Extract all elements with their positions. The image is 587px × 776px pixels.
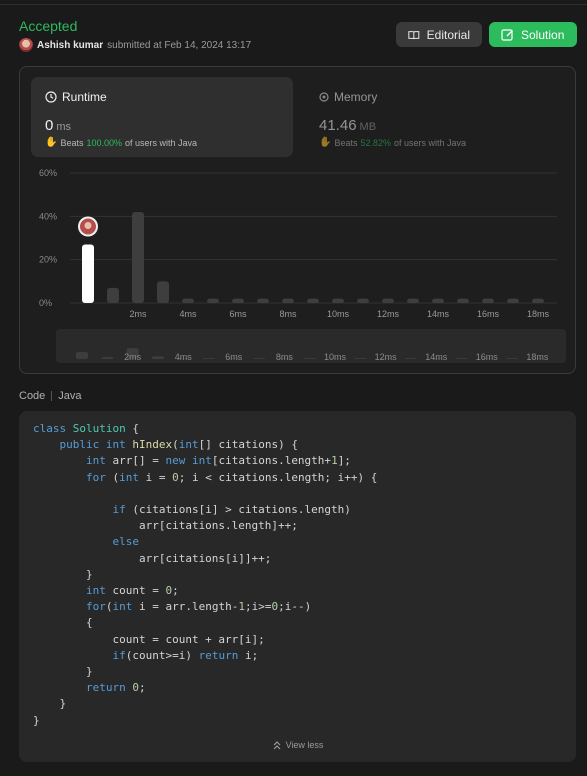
avatar-marker-face	[84, 222, 92, 229]
chart-bar	[307, 298, 319, 303]
overview-tick-label: 2ms	[124, 352, 142, 362]
memory-label: Memory	[334, 90, 378, 104]
chart-bar	[407, 298, 419, 303]
overview-bar	[354, 358, 367, 359]
overview-bar	[506, 358, 519, 359]
x-tick-label: 12ms	[377, 309, 400, 319]
memory-unit: MB	[359, 121, 377, 133]
x-tick-label: 14ms	[427, 309, 450, 319]
submission-meta: Ashish kumar submitted at Feb 14, 2024 1…	[19, 38, 251, 52]
y-tick-label: 60%	[39, 168, 57, 178]
submission-status: Accepted	[19, 18, 78, 34]
language-label: Java	[58, 390, 82, 402]
chart-bar	[157, 281, 169, 303]
chart-bar	[107, 287, 119, 303]
chart-bar	[332, 298, 344, 303]
clock-icon	[45, 91, 57, 103]
avatar[interactable]	[19, 38, 33, 52]
overview-bar	[455, 358, 468, 359]
overview-tick-label: 4ms	[175, 352, 193, 362]
source-code[interactable]: class Solution { public int hIndex(int[]…	[33, 421, 377, 729]
overview-bar	[253, 358, 266, 359]
book-icon	[408, 30, 420, 39]
y-tick-label: 40%	[39, 211, 57, 221]
beats-percentage: 100.00%	[86, 137, 122, 148]
chevrons-up-icon	[273, 741, 280, 750]
author-name[interactable]: Ashish kumar	[37, 40, 103, 51]
hands-icon: ✋	[319, 137, 332, 148]
runtime-card[interactable]: Runtime 0 ms ✋ Beats 100.00% of users wit…	[31, 77, 293, 157]
chart-bar	[257, 298, 269, 303]
runtime-value: 0	[45, 117, 54, 134]
chart-bar	[382, 298, 394, 303]
view-less-button[interactable]: View less	[19, 740, 576, 750]
chart-bar	[182, 298, 194, 303]
x-tick-label: 2ms	[129, 309, 147, 319]
solution-button[interactable]: Solution	[489, 22, 577, 47]
code-label: Code	[19, 390, 46, 402]
x-tick-label: 4ms	[179, 309, 197, 319]
chart-bar	[282, 298, 294, 303]
code-block[interactable]: class Solution { public int hIndex(int[]…	[19, 411, 576, 762]
chart-bar	[82, 244, 94, 303]
memory-card[interactable]: Memory 41.46 MB ✋ Beats 52.82% of users w…	[305, 77, 567, 157]
runtime-label: Runtime	[62, 90, 107, 104]
overview-bar	[101, 357, 114, 359]
overview-chart: 2ms 4ms 6ms 8ms 10ms 12ms 14ms 16ms 18ms	[76, 348, 549, 362]
overview-bar	[404, 358, 417, 359]
chart-bar	[532, 298, 544, 303]
chart-bar	[232, 298, 244, 303]
overview-tick-label: 18ms	[526, 352, 549, 362]
chip-icon	[319, 92, 329, 102]
overview-tick-label: 16ms	[476, 352, 499, 362]
runtime-unit: ms	[56, 121, 72, 133]
editorial-button[interactable]: Editorial	[396, 22, 482, 47]
submitted-text: submitted at Feb 14, 2024 13:17	[107, 39, 252, 51]
overview-tick-label: 14ms	[425, 352, 448, 362]
beats-suffix: of users with Java	[394, 137, 467, 148]
beats-suffix: of users with Java	[125, 137, 198, 148]
chart-bar	[432, 298, 444, 303]
chart-bar	[207, 298, 219, 303]
edit-icon	[501, 29, 513, 41]
y-tick-label: 20%	[39, 255, 57, 265]
y-tick-label: 0%	[39, 298, 52, 308]
overview-bar	[151, 356, 164, 359]
solution-label: Solution	[521, 27, 565, 42]
top-divider	[0, 4, 587, 5]
stats-panel: Runtime 0 ms ✋ Beats 100.00% of users wit…	[19, 66, 576, 374]
chart-bar	[457, 298, 469, 303]
divider	[51, 391, 53, 401]
overview-tick-label: 12ms	[375, 352, 398, 362]
chart-bar	[482, 298, 494, 303]
overview-bar	[303, 358, 316, 359]
beats-percentage: 52.82%	[360, 137, 391, 148]
x-tick-label: 6ms	[229, 309, 247, 319]
overview-tick-label: 6ms	[225, 352, 243, 362]
overview-tick-label: 8ms	[276, 352, 294, 362]
view-less-label: View less	[285, 740, 324, 750]
memory-value: 41.46	[319, 117, 357, 134]
hands-icon: ✋	[45, 137, 58, 148]
overview-tick-label: 10ms	[324, 352, 347, 362]
chart-bar	[132, 212, 144, 303]
overview-bar	[76, 351, 88, 359]
overview-bar	[202, 358, 215, 359]
chart-bar	[507, 298, 519, 303]
editorial-label: Editorial	[426, 27, 470, 42]
beats-prefix: Beats	[60, 137, 84, 148]
x-tick-label: 18ms	[527, 309, 550, 319]
code-header: Code Java	[19, 390, 82, 402]
x-tick-label: 16ms	[477, 309, 500, 319]
chart-bar	[357, 298, 369, 303]
beats-prefix: Beats	[334, 137, 358, 148]
runtime-distribution-chart: 60% 40% 20% 0% 2ms 4ms 6ms 8ms 10ms 12ms 14ms 16ms 1…	[39, 168, 557, 319]
chart-range-slider[interactable]: 2ms 4ms 6ms 8ms 10ms 12ms 14ms 16ms 18ms	[56, 329, 566, 363]
x-tick-label: 8ms	[279, 309, 297, 319]
x-tick-label: 10ms	[327, 309, 350, 319]
